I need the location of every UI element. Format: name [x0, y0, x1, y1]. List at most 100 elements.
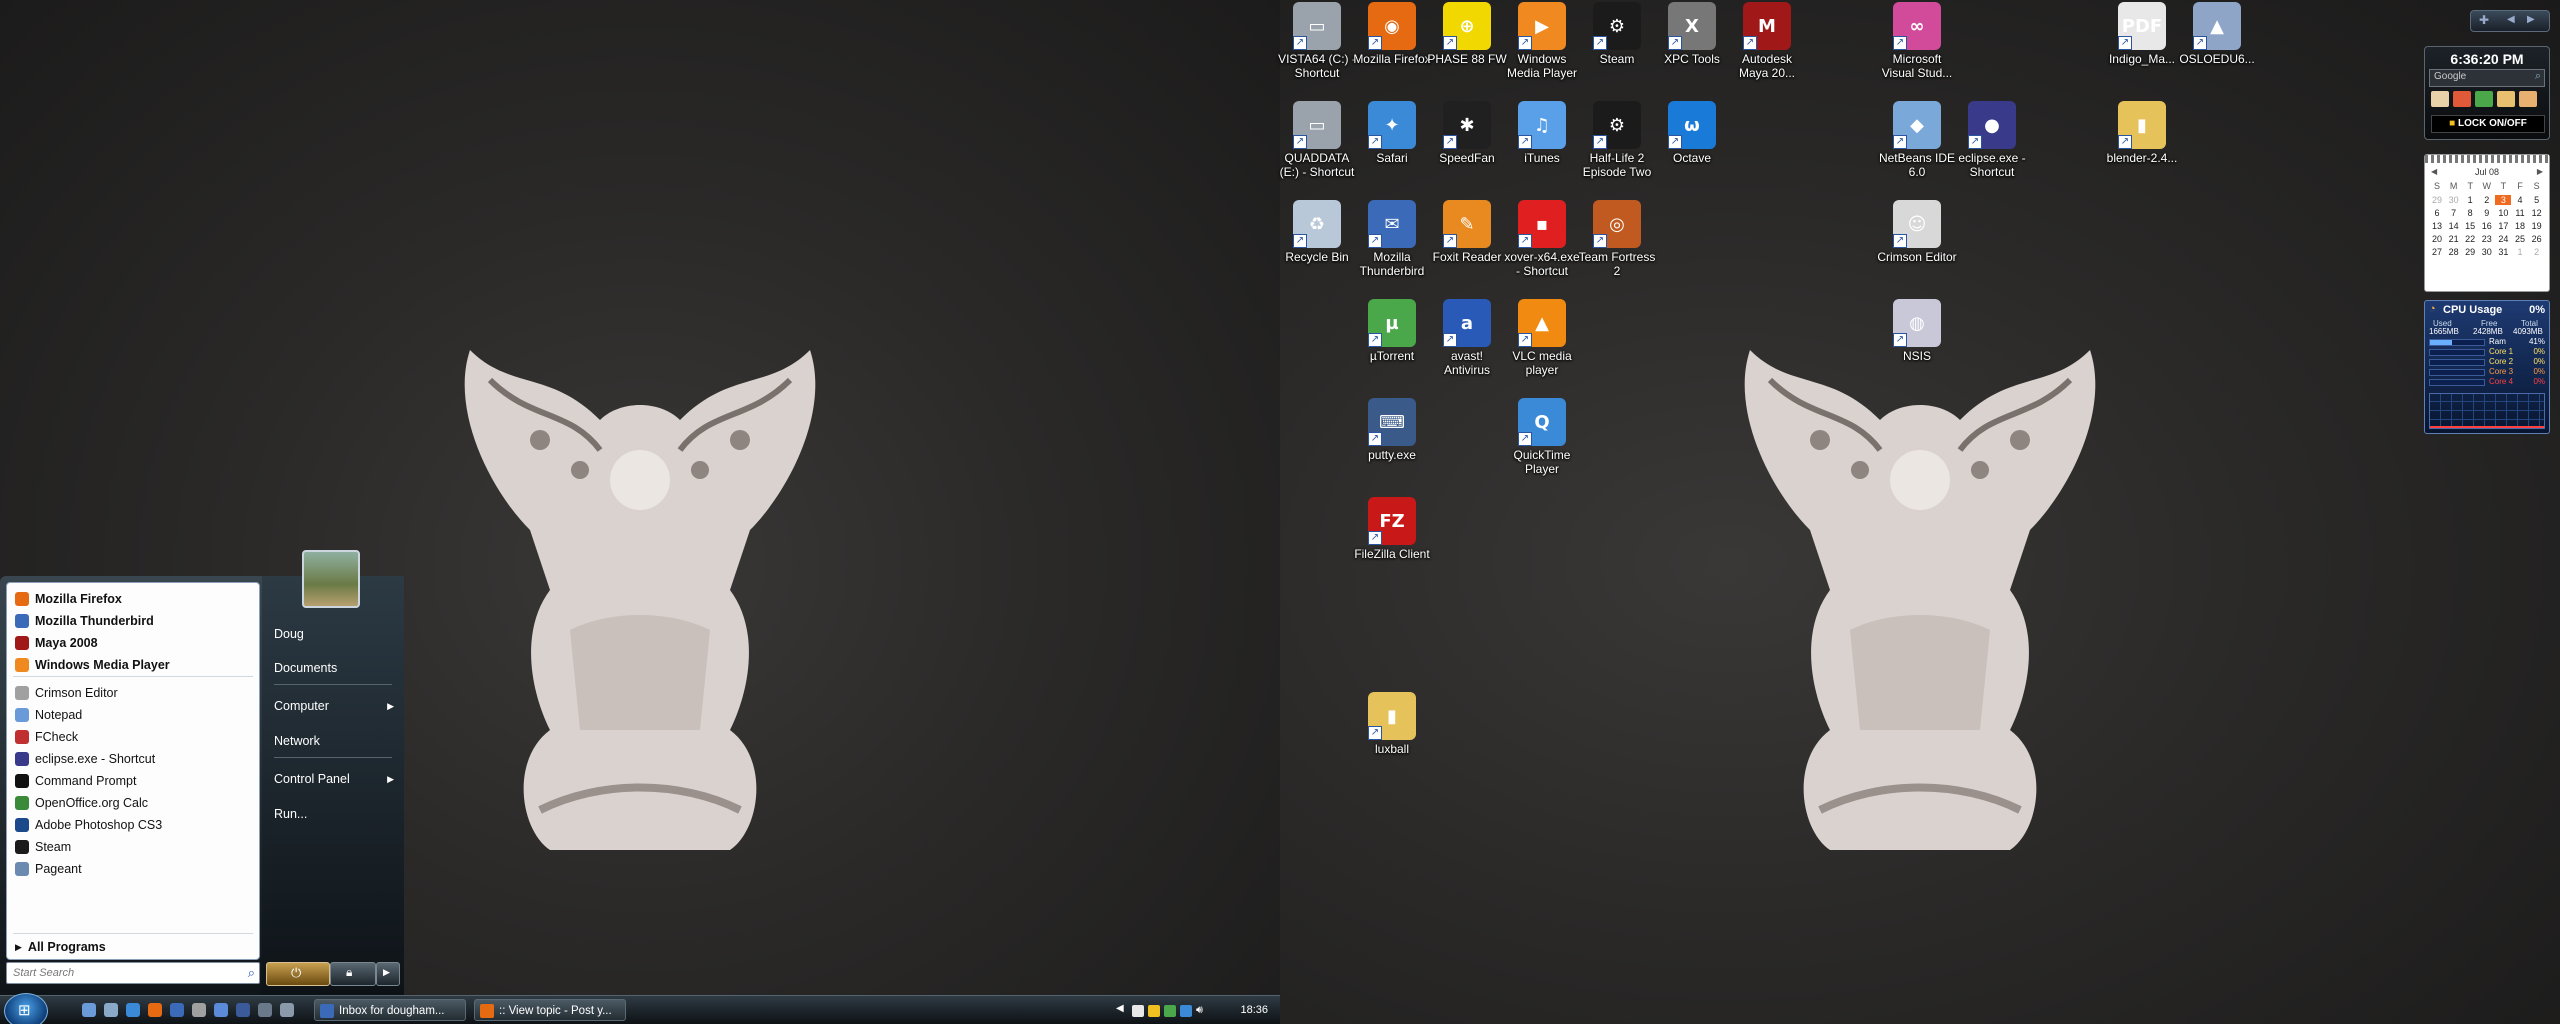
gadget-app-icon[interactable]: [2431, 91, 2449, 107]
desktop-icon-speedfan[interactable]: ✱ ↗ SpeedFan: [1427, 101, 1507, 165]
calendar-day[interactable]: 6: [2429, 208, 2445, 218]
gadget-app-icon[interactable]: [2497, 91, 2515, 107]
calendar-day[interactable]: 19: [2529, 221, 2545, 231]
calendar-day[interactable]: 17: [2495, 221, 2511, 231]
desktop-icon-foxit[interactable]: ✎ ↗ Foxit Reader: [1427, 200, 1507, 264]
start-menu-item[interactable]: OpenOffice.org Calc: [15, 793, 148, 813]
taskbar-clock[interactable]: 18:36: [1240, 996, 1268, 1024]
calendar-day[interactable]: 29: [2429, 195, 2445, 205]
taskbar-window-button[interactable]: Inbox for dougham...: [314, 999, 466, 1021]
start-button[interactable]: ⊞: [4, 993, 48, 1024]
start-menu-item[interactable]: FCheck: [15, 727, 78, 747]
calendar-day[interactable]: 7: [2446, 208, 2462, 218]
chevron-left-icon[interactable]: ◀: [1116, 1003, 1124, 1014]
calendar-day[interactable]: 2: [2479, 195, 2495, 205]
search-icon[interactable]: ⌕: [2535, 70, 2541, 83]
gadget-app-icon[interactable]: [2519, 91, 2537, 107]
lock-button[interactable]: 🔒︎: [330, 962, 376, 986]
desktop-icon-luxball[interactable]: ▮ ↗ luxball: [1352, 692, 1432, 756]
start-menu-item[interactable]: Windows Media Player: [15, 655, 170, 675]
all-programs-button[interactable]: ▶ All Programs: [15, 937, 106, 957]
desktop-icon-xover[interactable]: ▪ ↗ xover-x64.exe - Shortcut: [1502, 200, 1582, 278]
desktop-icon-firefox[interactable]: ◉ ↗ Mozilla Firefox: [1352, 2, 1432, 66]
start-menu-item[interactable]: Steam: [15, 837, 71, 857]
desktop-icon-utorrent[interactable]: µ ↗ µTorrent: [1352, 299, 1432, 363]
power-button[interactable]: ⏻: [266, 962, 330, 986]
desktop-icon-netbeans[interactable]: ◆ ↗ NetBeans IDE 6.0: [1877, 101, 1957, 179]
calendar-day[interactable]: 18: [2512, 221, 2528, 231]
desktop-icon-vlc[interactable]: ▲ ↗ VLC media player: [1502, 299, 1582, 377]
calendar-day[interactable]: 21: [2446, 234, 2462, 244]
gadget-app-icon[interactable]: [2475, 91, 2493, 107]
calendar-day[interactable]: 8: [2462, 208, 2478, 218]
taskbar-window-button[interactable]: :: View topic - Post y...: [474, 999, 626, 1021]
calendar-day[interactable]: 1: [2512, 247, 2528, 257]
calendar-day[interactable]: 14: [2446, 221, 2462, 231]
network-icon[interactable]: [1180, 1005, 1192, 1017]
desktop-icon-wmp[interactable]: ▶ ↗ Windows Media Player: [1502, 2, 1582, 80]
desktop-icon-indigo[interactable]: PDF ↗ Indigo_Ma...: [2102, 2, 2182, 66]
start-menu-item[interactable]: Pageant: [15, 859, 82, 879]
start-network[interactable]: Network: [274, 731, 394, 751]
quicklaunch-app-icon[interactable]: [258, 1003, 272, 1017]
start-run[interactable]: Run...: [274, 804, 394, 824]
tray-app-icon[interactable]: [1164, 1005, 1176, 1017]
google-search-input[interactable]: Google ⌕: [2429, 69, 2545, 87]
desktop-icon-maya[interactable]: M ↗ Autodesk Maya 20...: [1727, 2, 1807, 80]
calendar-day[interactable]: 29: [2462, 247, 2478, 257]
calendar-day[interactable]: 9: [2479, 208, 2495, 218]
desktop-icon-eclipse[interactable]: ● ↗ eclipse.exe - Shortcut: [1952, 101, 2032, 179]
desktop-icon-nsis[interactable]: ◍ ↗ NSIS: [1877, 299, 1957, 363]
quicklaunch-app-icon[interactable]: [214, 1003, 228, 1017]
quicklaunch-app-icon[interactable]: [280, 1003, 294, 1017]
quicklaunch-switch-windows-icon[interactable]: [104, 1003, 118, 1017]
start-documents[interactable]: Documents: [274, 658, 394, 678]
start-menu-item[interactable]: Crimson Editor: [15, 683, 118, 703]
start-menu-item[interactable]: eclipse.exe - Shortcut: [15, 749, 155, 769]
calendar-day[interactable]: 16: [2479, 221, 2495, 231]
calendar-day[interactable]: 11: [2512, 208, 2528, 218]
calendar-day[interactable]: 15: [2462, 221, 2478, 231]
calendar-day[interactable]: 27: [2429, 247, 2445, 257]
start-menu-item[interactable]: Maya 2008: [15, 633, 98, 653]
calendar-day[interactable]: 30: [2446, 195, 2462, 205]
calendar-day[interactable]: 12: [2529, 208, 2545, 218]
tray-app-icon[interactable]: [1132, 1005, 1144, 1017]
start-menu-item[interactable]: Command Prompt: [15, 771, 136, 791]
calendar-day[interactable]: 10: [2495, 208, 2511, 218]
desktop-icon-octave[interactable]: ω ↗ Octave: [1652, 101, 1732, 165]
calendar-day[interactable]: 23: [2479, 234, 2495, 244]
calendar-day[interactable]: 26: [2529, 234, 2545, 244]
desktop-icon-msvs[interactable]: ∞ ↗ Microsoft Visual Stud...: [1877, 2, 1957, 80]
quicklaunch-firefox-icon[interactable]: [148, 1003, 162, 1017]
volume-icon[interactable]: 🔊︎: [1196, 1004, 1203, 1017]
desktop-icon-itunes[interactable]: ♫ ↗ iTunes: [1502, 101, 1582, 165]
calendar-day[interactable]: 24: [2495, 234, 2511, 244]
desktop-icon-avast[interactable]: a ↗ avast! Antivirus: [1427, 299, 1507, 377]
desktop-icon-safari[interactable]: ✦ ↗ Safari: [1352, 101, 1432, 165]
desktop-icon-xpc[interactable]: X ↗ XPC Tools: [1652, 2, 1732, 66]
calendar-day[interactable]: 30: [2479, 247, 2495, 257]
start-computer[interactable]: Computer ▶: [274, 696, 394, 716]
start-menu-item[interactable]: Mozilla Firefox: [15, 589, 122, 609]
calendar-day[interactable]: 28: [2446, 247, 2462, 257]
calendar-day[interactable]: 1: [2462, 195, 2478, 205]
desktop-icon-vista64[interactable]: ▭ ↗ VISTA64 (C:) - Shortcut: [1277, 2, 1357, 80]
calendar-day[interactable]: 20: [2429, 234, 2445, 244]
desktop-icon-filezilla[interactable]: FZ ↗ FileZilla Client: [1352, 497, 1432, 561]
desktop-icon-quicktime[interactable]: Q ↗ QuickTime Player: [1502, 398, 1582, 476]
desktop-icon-osloedu[interactable]: ▲ ↗ OSLOEDU6...: [2177, 2, 2257, 66]
calendar-day[interactable]: 31: [2495, 247, 2511, 257]
calendar-day[interactable]: 22: [2462, 234, 2478, 244]
start-menu-item[interactable]: Adobe Photoshop CS3: [15, 815, 162, 835]
quicklaunch-app-icon[interactable]: [192, 1003, 206, 1017]
desktop-icon-blender[interactable]: ▮ ↗ blender-2.4...: [2102, 101, 2182, 165]
search-icon[interactable]: ⌕: [248, 965, 255, 981]
start-user-folder[interactable]: Doug: [274, 624, 394, 644]
desktop-icon-quaddata[interactable]: ▭ ↗ QUADDATA (E:) - Shortcut: [1277, 101, 1357, 179]
user-avatar[interactable]: [302, 550, 360, 608]
calendar-day[interactable]: 13: [2429, 221, 2445, 231]
add-gadget-icon[interactable]: ✚: [2479, 13, 2489, 27]
shutdown-options-button[interactable]: ▶: [376, 962, 400, 986]
desktop-icon-crimson[interactable]: ☺ ↗ Crimson Editor: [1877, 200, 1957, 264]
